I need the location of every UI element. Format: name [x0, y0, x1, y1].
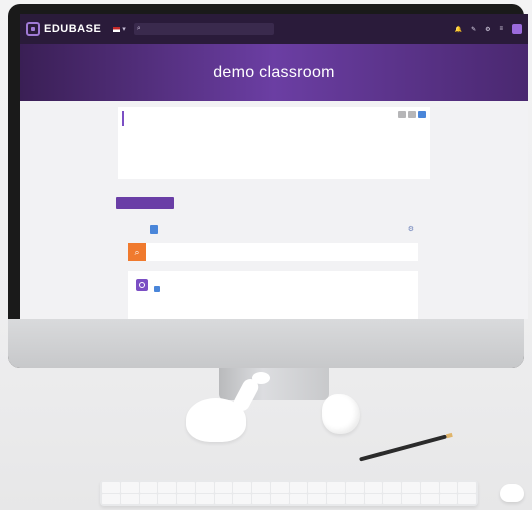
top-navbar: EDUBASE ▾ ⌕ 🔔 ✎ ⚙ ≡ — [20, 14, 528, 44]
tab-1[interactable] — [134, 225, 142, 234]
avatar-icon[interactable] — [512, 24, 522, 34]
tab-4[interactable] — [182, 225, 190, 234]
tab-2[interactable] — [150, 224, 158, 234]
global-search[interactable]: ⌕ — [133, 23, 274, 35]
tabs: ⚙ — [134, 223, 414, 235]
class-info-panel — [118, 107, 430, 179]
global-search-input[interactable] — [140, 26, 264, 32]
classroom-title: demo classroom — [213, 63, 335, 81]
pen — [359, 434, 447, 462]
edit-icon[interactable]: ✎ — [471, 26, 476, 33]
top-right-actions: 🔔 ✎ ⚙ ≡ — [455, 24, 522, 34]
crumpled-paper — [322, 394, 360, 434]
search-button[interactable]: ⌕ — [128, 243, 146, 261]
action-button-3[interactable] — [418, 111, 426, 118]
mouse — [500, 484, 524, 502]
user-menu-icon[interactable]: ≡ — [499, 26, 503, 32]
logo-text: EDUBASE — [44, 23, 102, 35]
bird-head — [252, 372, 270, 384]
primary-button[interactable] — [116, 197, 174, 209]
post-actions — [154, 286, 172, 292]
action-button-1[interactable] — [398, 111, 406, 118]
flag-icon — [113, 26, 121, 32]
gear-icon[interactable]: ⚙ — [485, 26, 490, 33]
bell-icon[interactable]: 🔔 — [455, 26, 462, 33]
post-avatar-icon[interactable] — [136, 279, 148, 291]
main-content: ⚙ ⌕ — [20, 101, 528, 319]
language-selector[interactable]: ▾ — [113, 25, 126, 33]
monitor-chin — [8, 319, 524, 368]
settings-icon[interactable]: ⚙ — [408, 225, 414, 233]
chevron-down-icon: ▾ — [122, 26, 126, 33]
class-actions — [398, 111, 426, 118]
hero-banner: demo classroom — [20, 44, 528, 101]
class-info-header — [118, 111, 430, 127]
content-search: ⌕ — [128, 243, 418, 261]
post-badge — [154, 286, 160, 292]
post-card — [128, 271, 418, 319]
content-search-input[interactable] — [146, 248, 354, 256]
screen: EDUBASE ▾ ⌕ 🔔 ✎ ⚙ ≡ demo classroom ⚙ ⌕ — [20, 14, 528, 319]
edubase-logo-icon — [26, 22, 40, 36]
logo[interactable]: EDUBASE — [26, 22, 101, 36]
accent-bar — [122, 111, 124, 126]
action-button-2[interactable] — [408, 111, 416, 118]
tab-3[interactable] — [166, 225, 174, 234]
tab-5[interactable] — [198, 225, 206, 234]
keyboard — [100, 480, 478, 506]
